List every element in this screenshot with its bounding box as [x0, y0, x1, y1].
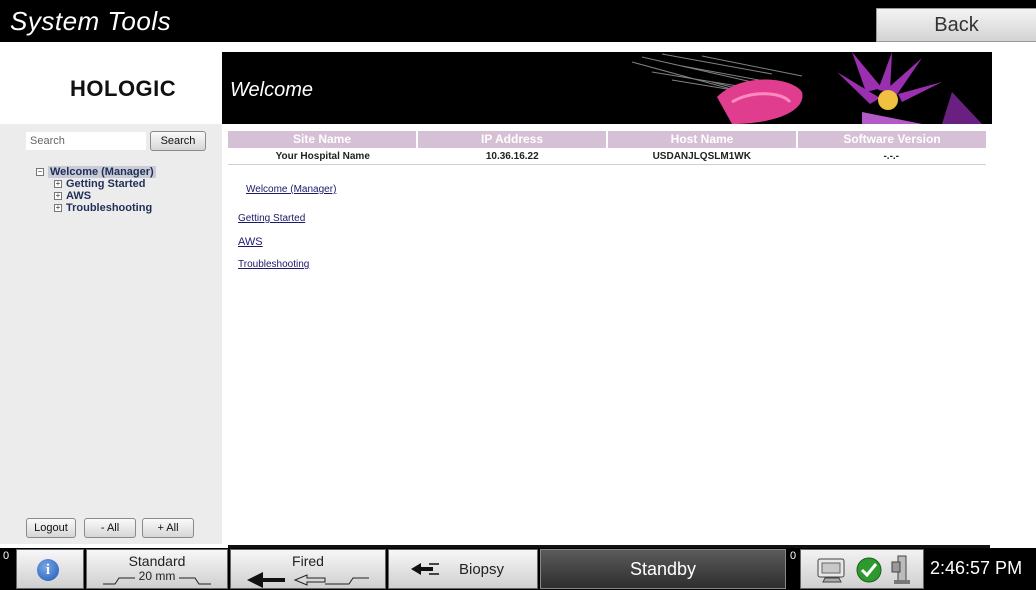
info-icon: i — [37, 559, 59, 581]
exposure-status-label: Fired — [292, 553, 324, 569]
biopsy-icon — [411, 563, 439, 575]
logout-button[interactable]: Logout — [26, 518, 76, 538]
expand-all-button[interactable]: + All — [142, 518, 194, 538]
back-button[interactable]: Back — [876, 8, 1036, 42]
ip-address-cell: 10.36.16.22 — [485, 151, 539, 162]
tree-item-label[interactable]: Welcome (Manager) — [48, 166, 156, 178]
site-name-cell: Your Hospital Name — [275, 151, 370, 162]
exposure-status-button[interactable]: Fired — [230, 549, 386, 589]
navigation-tree: − Welcome (Manager) + Getting Started + … — [36, 166, 156, 214]
system-status: Standby — [540, 549, 786, 589]
column-header: Site Name — [228, 131, 418, 148]
tree-item-label[interactable]: Troubleshooting — [66, 202, 152, 214]
clock: 2:46:57 PM — [930, 558, 1023, 578]
search-button[interactable]: Search — [150, 131, 206, 151]
link-troubleshooting[interactable]: Troubleshooting — [238, 259, 309, 270]
output-device-icon[interactable] — [815, 556, 849, 584]
app-title: System Tools — [10, 6, 172, 36]
biopsy-button[interactable]: Biopsy — [388, 549, 538, 589]
tree-item-welcome[interactable]: − Welcome (Manager) — [36, 166, 156, 178]
alarm-counter: 0 — [3, 550, 10, 562]
collapse-all-button[interactable]: - All — [84, 518, 136, 538]
flower-image — [631, 52, 982, 124]
checkmark-icon[interactable] — [855, 556, 883, 584]
welcome-banner: Welcome — [222, 52, 992, 124]
sidebar: Search − Welcome (Manager) + Getting Sta… — [0, 124, 222, 544]
gantry-icon[interactable] — [889, 554, 915, 586]
paddle-button[interactable]: Standard 20 mm — [86, 549, 228, 589]
hologic-logo: HOLOGIC — [70, 76, 177, 101]
expand-icon[interactable]: + — [54, 192, 62, 200]
table-header: Site Name IP Address Host Name Software … — [228, 131, 986, 148]
link-getting-started[interactable]: Getting Started — [238, 213, 305, 224]
collapse-icon[interactable]: − — [36, 168, 44, 176]
link-welcome[interactable]: Welcome (Manager) — [246, 184, 336, 195]
tree-item-getting-started[interactable]: + Getting Started — [36, 178, 156, 190]
biopsy-label: Biopsy — [459, 560, 505, 578]
taskbar: 0 i Standard 20 mm Fired Biopsy Standby … — [0, 548, 1036, 590]
status-icons — [800, 549, 924, 589]
arrow-left-icon — [247, 572, 369, 588]
tree-item-aws[interactable]: + AWS — [36, 190, 156, 202]
column-header: Software Version — [843, 132, 941, 146]
search-input[interactable] — [26, 132, 146, 150]
host-name-cell: USDANJLQSLM1WK — [652, 151, 751, 162]
link-aws[interactable]: AWS — [238, 236, 263, 248]
title-bar: System Tools Back — [0, 0, 1036, 42]
tree-item-label[interactable]: Getting Started — [66, 178, 145, 190]
system-info-table: Site Name IP Address Host Name Software … — [228, 131, 986, 165]
info-button[interactable]: i — [16, 549, 84, 589]
column-header: IP Address — [418, 131, 608, 148]
thickness-value: 20 mm — [138, 569, 176, 583]
queue-counter: 0 — [790, 550, 797, 562]
tree-item-troubleshooting[interactable]: + Troubleshooting — [36, 202, 156, 214]
table-row: Your Hospital Name 10.36.16.22 USDANJLQS… — [228, 148, 986, 165]
tree-item-label[interactable]: AWS — [66, 190, 91, 202]
column-header: Host Name — [608, 131, 798, 148]
software-version-cell: -.-.- — [883, 151, 900, 162]
banner-title: Welcome — [230, 79, 313, 101]
paddle-label: Standard — [128, 553, 186, 569]
expand-icon[interactable]: + — [54, 180, 62, 188]
expand-icon[interactable]: + — [54, 204, 62, 212]
